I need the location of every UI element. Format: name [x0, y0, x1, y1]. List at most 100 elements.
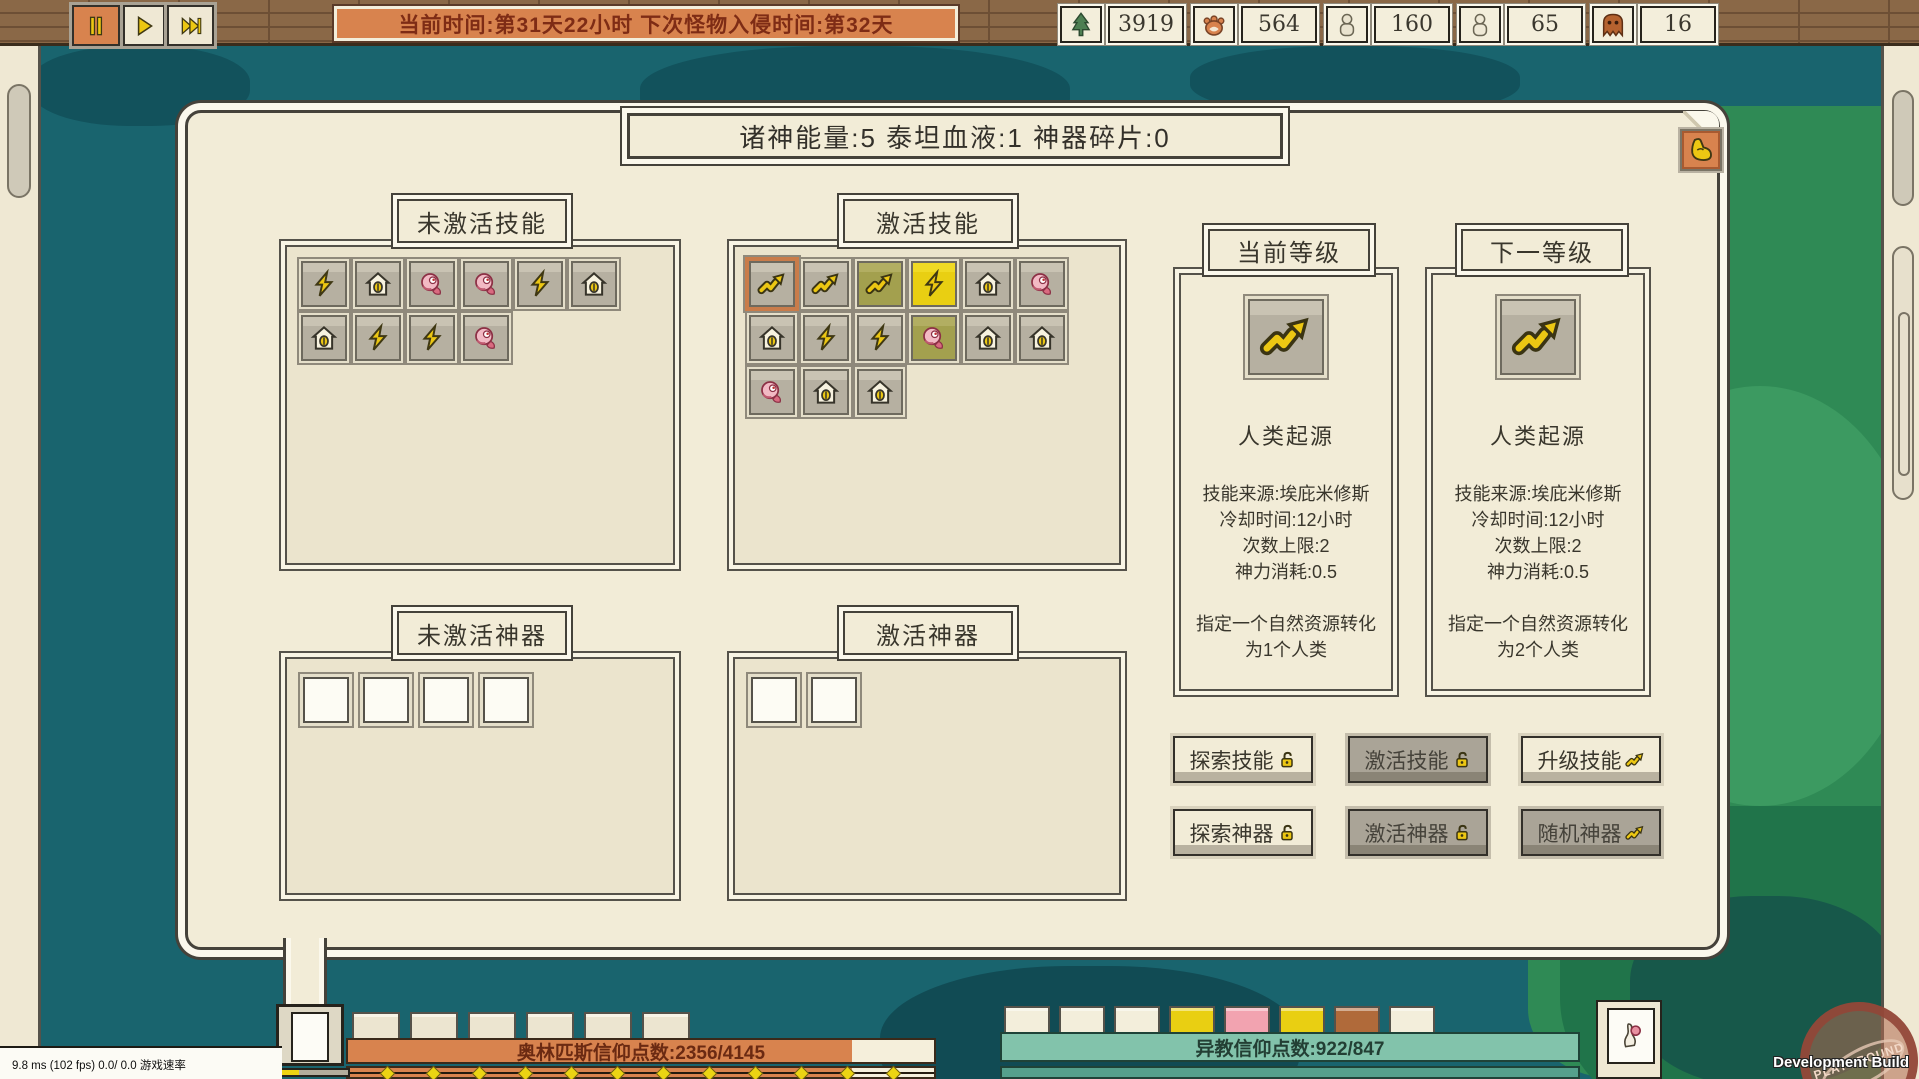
- pillar-groove-inner: [1898, 312, 1910, 476]
- house-icon: [363, 269, 393, 299]
- temple-slot-inner: [291, 1012, 329, 1062]
- follower-slot[interactable]: [1059, 1006, 1105, 1034]
- house-icon: [757, 323, 787, 353]
- skill-tile[interactable]: [301, 315, 347, 361]
- skill-tile[interactable]: [965, 315, 1011, 361]
- resource-value: 16: [1640, 6, 1716, 43]
- follower-slot[interactable]: [1169, 1006, 1215, 1034]
- arrow-icon: [1259, 310, 1313, 364]
- olympus-faith-label: 奥林匹斯信仰点数:2356/4145: [516, 1042, 766, 1064]
- follower-slot[interactable]: [1389, 1006, 1435, 1034]
- skill-cost: 神力消耗:0.5: [1234, 562, 1337, 582]
- explore-artifact-button[interactable]: 探索神器: [1173, 809, 1313, 856]
- resource-counter: 3919: [1060, 6, 1184, 43]
- resource-counters: 3919 564 160 65 16: [1060, 6, 1716, 43]
- resource-value: 160: [1374, 6, 1450, 43]
- lightning-icon: [309, 269, 339, 299]
- skill-tile[interactable]: [857, 369, 903, 415]
- lightning-icon: [919, 269, 949, 299]
- performance-text: 9.8 ms (102 fps) 0.0/ 0.0 游戏速率: [12, 1060, 186, 1072]
- artifact-slot[interactable]: [811, 677, 857, 723]
- skill-cost: 神力消耗:0.5: [1486, 562, 1589, 582]
- lightning-icon: [811, 323, 841, 353]
- skill-tile[interactable]: [1019, 261, 1065, 307]
- skill-description: 指定一个自然资源转化为1个人类: [1196, 614, 1376, 660]
- temple-slot[interactable]: [276, 1004, 344, 1066]
- lock-icon: [1277, 823, 1297, 843]
- skill-tile[interactable]: [409, 261, 455, 307]
- resource-counter: 16: [1592, 6, 1716, 43]
- active-skills-title: 激活技能: [843, 199, 1013, 243]
- tab-label: 激活技能: [876, 210, 980, 238]
- skill-tile[interactable]: [749, 315, 795, 361]
- skill-tile[interactable]: [463, 261, 509, 307]
- time-banner: 当前时间:第31天22小时 下次怪物入侵时间:第32天: [332, 4, 960, 43]
- skill-tile[interactable]: [409, 315, 455, 361]
- skill-tile[interactable]: [911, 261, 957, 307]
- panel-header: 诸神能量:5 泰坦血液:1 神器碎片:0: [627, 113, 1283, 159]
- random-artifact-button[interactable]: 随机神器: [1521, 809, 1661, 856]
- skill-tile[interactable]: [911, 315, 957, 361]
- skill-tile[interactable]: [517, 261, 563, 307]
- skill-tile[interactable]: [355, 315, 401, 361]
- lock-icon: [1452, 750, 1472, 770]
- pillar-groove: [1892, 90, 1914, 206]
- skill-tile[interactable]: [355, 261, 401, 307]
- house-icon: [973, 269, 1003, 299]
- fast-forward-button[interactable]: [167, 5, 214, 46]
- skill-tile[interactable]: [803, 315, 849, 361]
- tree-icon: [1060, 6, 1102, 43]
- upgrade-skill-button[interactable]: 升级技能: [1521, 736, 1661, 783]
- skill-tile[interactable]: [803, 369, 849, 415]
- god-power-button[interactable]: [1680, 129, 1722, 171]
- follower-slot[interactable]: [1004, 1006, 1050, 1034]
- follower-slot[interactable]: [1224, 1006, 1270, 1034]
- follower-slot[interactable]: [1279, 1006, 1325, 1034]
- house-icon: [309, 323, 339, 353]
- skill-tile[interactable]: [857, 315, 903, 361]
- resource-value: 65: [1507, 6, 1583, 43]
- next-level-title: 下一等级: [1461, 229, 1623, 271]
- skill-tile[interactable]: [965, 261, 1011, 307]
- active-artifacts-box: [733, 657, 1121, 895]
- follower-slot[interactable]: [1114, 1006, 1160, 1034]
- worker-icon: [1459, 6, 1501, 43]
- skill-tile[interactable]: [571, 261, 617, 307]
- button-label: 探索神器: [1189, 822, 1274, 846]
- arrow-icon: [1624, 823, 1645, 843]
- house-icon: [1027, 323, 1057, 353]
- dev-build-label: Development Build: [1773, 1054, 1909, 1071]
- artifact-slot[interactable]: [751, 677, 797, 723]
- skill-tile[interactable]: [1019, 315, 1065, 361]
- skill-tile[interactable]: [301, 261, 347, 307]
- inactive-skills-box: [285, 245, 675, 565]
- offering-pin-icon[interactable]: [1607, 1008, 1655, 1064]
- skill-stats: 技能来源:埃庇米修斯 冷却时间:12小时 次数上限:2 神力消耗:0.5: [1202, 481, 1369, 585]
- next-skill-tile: [1500, 299, 1576, 375]
- artifact-slot[interactable]: [363, 677, 409, 723]
- skill-tile[interactable]: [857, 261, 903, 307]
- olympus-faith-bar: 奥林匹斯信仰点数:2356/4145: [346, 1038, 936, 1064]
- activate-skill-button[interactable]: 激活技能: [1348, 736, 1488, 783]
- current-level-box: 人类起源 技能来源:埃庇米修斯 冷却时间:12小时 次数上限:2 神力消耗:0.…: [1179, 273, 1393, 691]
- inactive-skills-grid: [301, 261, 669, 361]
- follower-slot[interactable]: [1334, 1006, 1380, 1034]
- arrow-icon: [865, 269, 895, 299]
- play-button[interactable]: [123, 5, 165, 46]
- artifact-slot[interactable]: [423, 677, 469, 723]
- inactive-artifact-slots: [303, 677, 529, 723]
- artifact-slot[interactable]: [303, 677, 349, 723]
- skill-tile[interactable]: [749, 369, 795, 415]
- skill-uses: 次数上限:2: [1242, 536, 1330, 556]
- skill-tile[interactable]: [749, 261, 795, 307]
- human-icon: [1326, 6, 1368, 43]
- pause-button[interactable]: [72, 5, 120, 46]
- explore-skill-button[interactable]: 探索技能: [1173, 736, 1313, 783]
- skill-tile[interactable]: [803, 261, 849, 307]
- skill-tile[interactable]: [463, 315, 509, 361]
- panel-connector: [283, 938, 327, 1012]
- pillar-left: [0, 46, 41, 1046]
- artifact-slot[interactable]: [483, 677, 529, 723]
- activate-artifact-button[interactable]: 激活神器: [1348, 809, 1488, 856]
- pause-icon: [83, 13, 109, 39]
